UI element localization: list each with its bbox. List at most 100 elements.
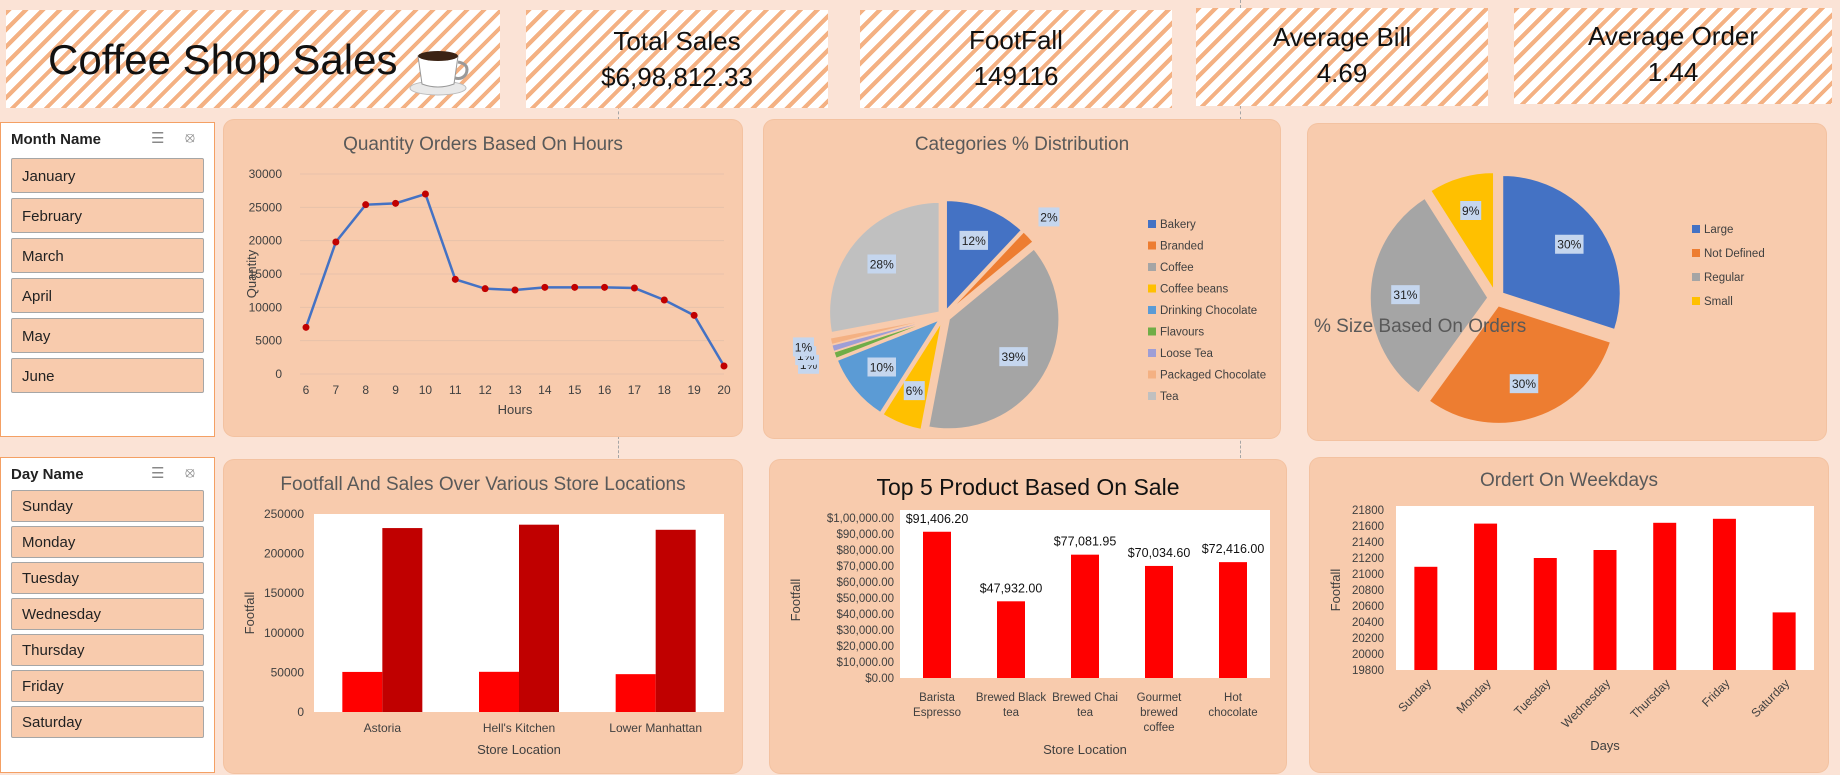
month-slicer[interactable]: Month Name ☰ ⦻ January February March Ap… [0, 122, 215, 437]
bar [997, 601, 1025, 678]
y-tick-label: $30,000.00 [836, 625, 894, 637]
y-tick-label: 50000 [271, 665, 305, 679]
y-tick-label: $40,000.00 [836, 609, 894, 621]
kpi-average-order: Average Order 1.44 [1514, 8, 1832, 104]
x-tick-label: 14 [538, 383, 552, 397]
clear-filter-icon[interactable]: ⦻ [185, 129, 195, 146]
slicer-item-may[interactable]: May [11, 318, 204, 353]
clear-filter-icon[interactable]: ⦻ [185, 464, 195, 481]
bar [519, 524, 559, 712]
slicer-item-february[interactable]: February [11, 198, 204, 233]
legend-label: Regular [1704, 272, 1744, 284]
y-tick-label: 20600 [1352, 601, 1384, 613]
y-tick-label: 30000 [249, 167, 283, 181]
y-tick-label: 21400 [1352, 537, 1384, 549]
x-tick-label: 19 [687, 383, 701, 397]
x-tick-label: Hot [1224, 692, 1243, 704]
kpi-value: 4.69 [1316, 58, 1368, 88]
y-axis-title: Quantity [244, 249, 259, 298]
bar [342, 671, 383, 712]
legend-swatch [1148, 370, 1156, 379]
y-tick-label: 150000 [264, 586, 304, 600]
slicer-item-saturday[interactable]: Saturday [11, 706, 204, 738]
y-tick-label: $70,000.00 [836, 561, 894, 573]
legend-label: Drinking Chocolate [1160, 305, 1257, 317]
legend-swatch [1148, 306, 1156, 314]
x-tick-label: Friday [1699, 676, 1732, 709]
data-label: $91,406.20 [906, 512, 969, 526]
data-point [362, 201, 370, 209]
data-point [720, 362, 728, 370]
day-slicer[interactable]: Day Name ☰ ⦻ Sunday Monday Tuesday Wedne… [0, 457, 215, 773]
x-tick-label: Monday [1454, 676, 1494, 716]
x-tick-label: Gourmet [1137, 692, 1183, 704]
data-point [421, 190, 429, 198]
weekdays-bar-chart: 19800 20000 20200 20400 20600 20800 21000 21200… [1328, 505, 1814, 753]
bar [1414, 566, 1438, 670]
x-tick-label: Hell's Kitchen [483, 721, 555, 735]
x-tick-label: 15 [568, 383, 582, 397]
y-axis-title: Footfall [242, 592, 257, 635]
y-tick-label: $10,000.00 [836, 657, 894, 669]
kpi-footfall: FootFall 149116 [860, 10, 1172, 108]
slicer-item-wednesday[interactable]: Wednesday [11, 598, 204, 630]
multi-select-icon[interactable]: ☰ [151, 129, 164, 147]
legend-swatch [1148, 284, 1156, 293]
legend-swatch [1692, 273, 1700, 281]
bar [1653, 522, 1677, 670]
bar [923, 531, 951, 678]
y-tick-label: 200000 [264, 547, 304, 561]
slicer-item-june[interactable]: June [11, 358, 204, 393]
slicer-item-friday[interactable]: Friday [11, 670, 204, 702]
data-point [451, 275, 459, 283]
x-axis-title: Hours [498, 402, 533, 417]
hours-chart-card: Quantity Orders Based On Hours 0 5000 1000… [224, 120, 742, 436]
products-bar-chart: $0.00 $10,000.00 $20,000.00 $30,000.00 $40,0… [788, 510, 1270, 757]
chart-title: % Size Based On Orders [1314, 316, 1527, 337]
legend-label: Large [1704, 224, 1733, 236]
y-tick-label: 21000 [1352, 569, 1384, 581]
x-tick-label: Lower Manhattan [609, 721, 702, 735]
locations-bar-chart: 0 50000 100000 150000 200000 250000 Astoria Hel… [242, 507, 724, 757]
y-tick-label: 100000 [264, 626, 304, 640]
y-tick-label: $80,000.00 [836, 545, 894, 557]
y-tick-label: 21600 [1352, 521, 1384, 533]
y-tick-label: $20,000.00 [836, 641, 894, 653]
data-label: 6% [906, 384, 924, 398]
y-tick-label: $60,000.00 [836, 577, 894, 589]
legend-swatch [1148, 220, 1156, 228]
kpi-label: Total Sales [613, 26, 741, 56]
bar [1219, 562, 1247, 678]
data-point [541, 283, 549, 291]
x-axis-title: Store Location [1043, 742, 1127, 757]
legend-label: Loose Tea [1160, 348, 1213, 360]
bar [1593, 550, 1617, 670]
legend-swatch [1148, 241, 1156, 250]
slicer-item-thursday[interactable]: Thursday [11, 634, 204, 666]
data-label: 28% [870, 257, 894, 271]
x-tick-label: 9 [392, 383, 399, 397]
slicer-item-monday[interactable]: Monday [11, 526, 204, 558]
bar [1712, 518, 1736, 670]
slicer-item-january[interactable]: January [11, 158, 204, 193]
slicer-item-march[interactable]: March [11, 238, 204, 273]
x-tick-label: 12 [478, 383, 492, 397]
x-tick-label: 8 [362, 383, 369, 397]
data-label: 30% [1557, 238, 1581, 252]
y-tick-label: 20000 [249, 234, 283, 248]
y-tick-label: 20200 [1352, 633, 1384, 645]
x-tick-label: Sunday [1395, 676, 1434, 715]
data-label: 30% [1512, 377, 1536, 391]
y-tick-label: 20800 [1352, 585, 1384, 597]
legend-label: Packaged Chocolate [1160, 370, 1266, 382]
x-tick-label: tea [1077, 707, 1094, 719]
legend-label: Not Defined [1704, 248, 1765, 260]
y-tick-label: $90,000.00 [836, 529, 894, 541]
slicer-item-tuesday[interactable]: Tuesday [11, 562, 204, 594]
categories-chart-card: Categories % Distribution 12% 2% 39% 6% 10% 1… [764, 120, 1280, 438]
slicer-item-sunday[interactable]: Sunday [11, 490, 204, 522]
x-tick-label: 7 [333, 383, 340, 397]
slicer-item-april[interactable]: April [11, 278, 204, 313]
multi-select-icon[interactable]: ☰ [151, 464, 164, 482]
data-point [332, 238, 340, 246]
